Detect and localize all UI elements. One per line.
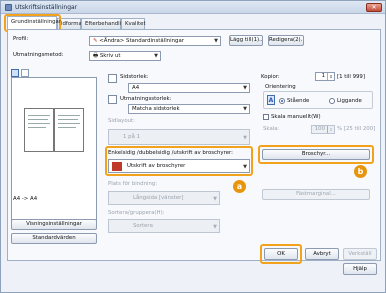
printer-icon: [5, 4, 12, 11]
copies-value: 1: [321, 73, 325, 79]
page-layout-select[interactable]: 1 på 1 ▼: [108, 129, 250, 145]
landscape-radio[interactable]: [329, 98, 335, 104]
page-size-select[interactable]: A4 ▼: [128, 83, 250, 93]
view-settings-button[interactable]: Visningsinställningar: [11, 219, 97, 230]
callout-marker-a: a: [233, 180, 246, 193]
manual-scaling-label: Skala manuellt(W): [271, 114, 321, 120]
window-title: Utskriftsinställningar: [15, 4, 78, 11]
restore-defaults-button[interactable]: Standardvärden: [11, 233, 97, 244]
preview-column: A4 -> A4 Visningsinställningar Standardv…: [7, 65, 103, 261]
output-size-label: Utmatningsstorlek:: [120, 96, 172, 102]
spinner-arrows-icon: ⇕: [327, 73, 334, 80]
printer-small-icon: 🖶: [93, 53, 100, 59]
portrait-radio[interactable]: [279, 98, 285, 104]
ok-button[interactable]: OK: [264, 248, 298, 260]
scaling-range: % [25 till 200]: [337, 126, 376, 132]
add-profile-button[interactable]: Lägg till(1)...: [229, 35, 263, 46]
apply-button[interactable]: Verkställ: [343, 248, 377, 260]
booklet-button[interactable]: Broschyr...: [262, 149, 370, 160]
chevron-down-icon: ▼: [243, 135, 247, 141]
preview-mode-icon[interactable]: [11, 69, 19, 77]
orientation-label: Orientering: [265, 84, 296, 90]
preview-page-right: [54, 108, 84, 152]
chevron-down-icon: ▼: [243, 85, 247, 91]
binding-margin-button[interactable]: Fästmarginal...: [262, 189, 370, 200]
edit-profile-button[interactable]: Redigera(2)...: [268, 35, 304, 46]
collate-label: Sortera/gruppera(H):: [108, 210, 165, 216]
page-layout-value: 1 på 1: [123, 134, 141, 140]
page-size-value: A4: [132, 85, 140, 91]
settings-view-icon[interactable]: [21, 69, 29, 77]
preview-caption: A4 -> A4: [13, 196, 38, 202]
printing-preferences-window: Utskriftsinställningar ✕ Grundinställnin…: [0, 0, 386, 293]
cancel-button[interactable]: Avbryt: [305, 248, 339, 260]
output-method-select[interactable]: 🖶 Skriv ut ▼: [89, 51, 161, 61]
title-bar: Utskriftsinställningar ✕: [1, 1, 385, 14]
tab-basic-settings[interactable]: Grundinställningar: [7, 16, 61, 29]
chevron-down-icon: ▼: [243, 106, 247, 112]
chevron-down-icon: ▼: [214, 38, 218, 44]
chevron-down-icon: ▼: [213, 224, 217, 230]
chevron-down-icon: ▼: [243, 164, 247, 170]
output-method-label: Utmatningsmetod:: [13, 52, 64, 58]
landscape-label: Liggande: [337, 98, 362, 104]
preview-page-left: [24, 108, 54, 152]
page-layout-label: Sidlayout:: [108, 118, 135, 124]
tab-finishing[interactable]: Efterbehandling: [81, 18, 128, 29]
copies-range: [1 till 999]: [337, 74, 365, 80]
help-button[interactable]: Hjälp: [343, 263, 377, 275]
manual-scaling-checkbox[interactable]: [263, 114, 269, 120]
profile-label: Profil:: [13, 36, 29, 42]
duplex-label: Enkelsidig /dubbelsidig /utskrift av bro…: [108, 150, 233, 156]
page-preview: [11, 77, 97, 227]
page-size-label: Sidstorlek:: [120, 74, 149, 80]
scaling-stepper[interactable]: 100 ⇕: [311, 125, 335, 134]
duplex-select[interactable]: Utskrift av broschyrer ▼: [108, 159, 250, 173]
chevron-down-icon: ▼: [213, 196, 217, 202]
close-button[interactable]: ✕: [366, 3, 382, 12]
callout-marker-b: b: [354, 165, 367, 178]
copies-stepper[interactable]: 1 ⇕: [315, 72, 335, 81]
output-method-value: Skriv ut: [99, 53, 121, 59]
booklet-icon: [112, 162, 122, 171]
portrait-glyph-icon: A: [267, 95, 275, 105]
page-size-icon: [108, 74, 117, 83]
scaling-value: 100: [314, 126, 325, 132]
spinner-arrows-icon: ⇕: [327, 126, 334, 133]
collate-value: Sortera: [133, 223, 153, 229]
scaling-label: Skala:: [263, 126, 280, 132]
copies-label: Kopior:: [261, 74, 280, 80]
collate-select[interactable]: Sortera ▼: [108, 219, 220, 233]
binding-label: Plats för bindning:: [108, 181, 158, 187]
output-size-select[interactable]: Matcha sidstorlek ▼: [128, 104, 250, 114]
output-size-value: Matcha sidstorlek: [132, 106, 180, 112]
chevron-down-icon: ▼: [154, 53, 158, 59]
output-size-icon: [108, 95, 117, 104]
tab-quality[interactable]: Kvalitet: [121, 18, 146, 29]
profile-value: <Ändra> Standardinställningar: [99, 38, 184, 44]
duplex-value: Utskrift av broschyrer: [127, 163, 186, 169]
portrait-label: Stående: [287, 98, 310, 104]
binding-value: Långsida [vänster]: [133, 195, 184, 201]
binding-select[interactable]: Långsida [vänster] ▼: [108, 191, 220, 205]
profile-select[interactable]: ✎ <Ändra> Standardinställningar ▼: [89, 36, 221, 46]
